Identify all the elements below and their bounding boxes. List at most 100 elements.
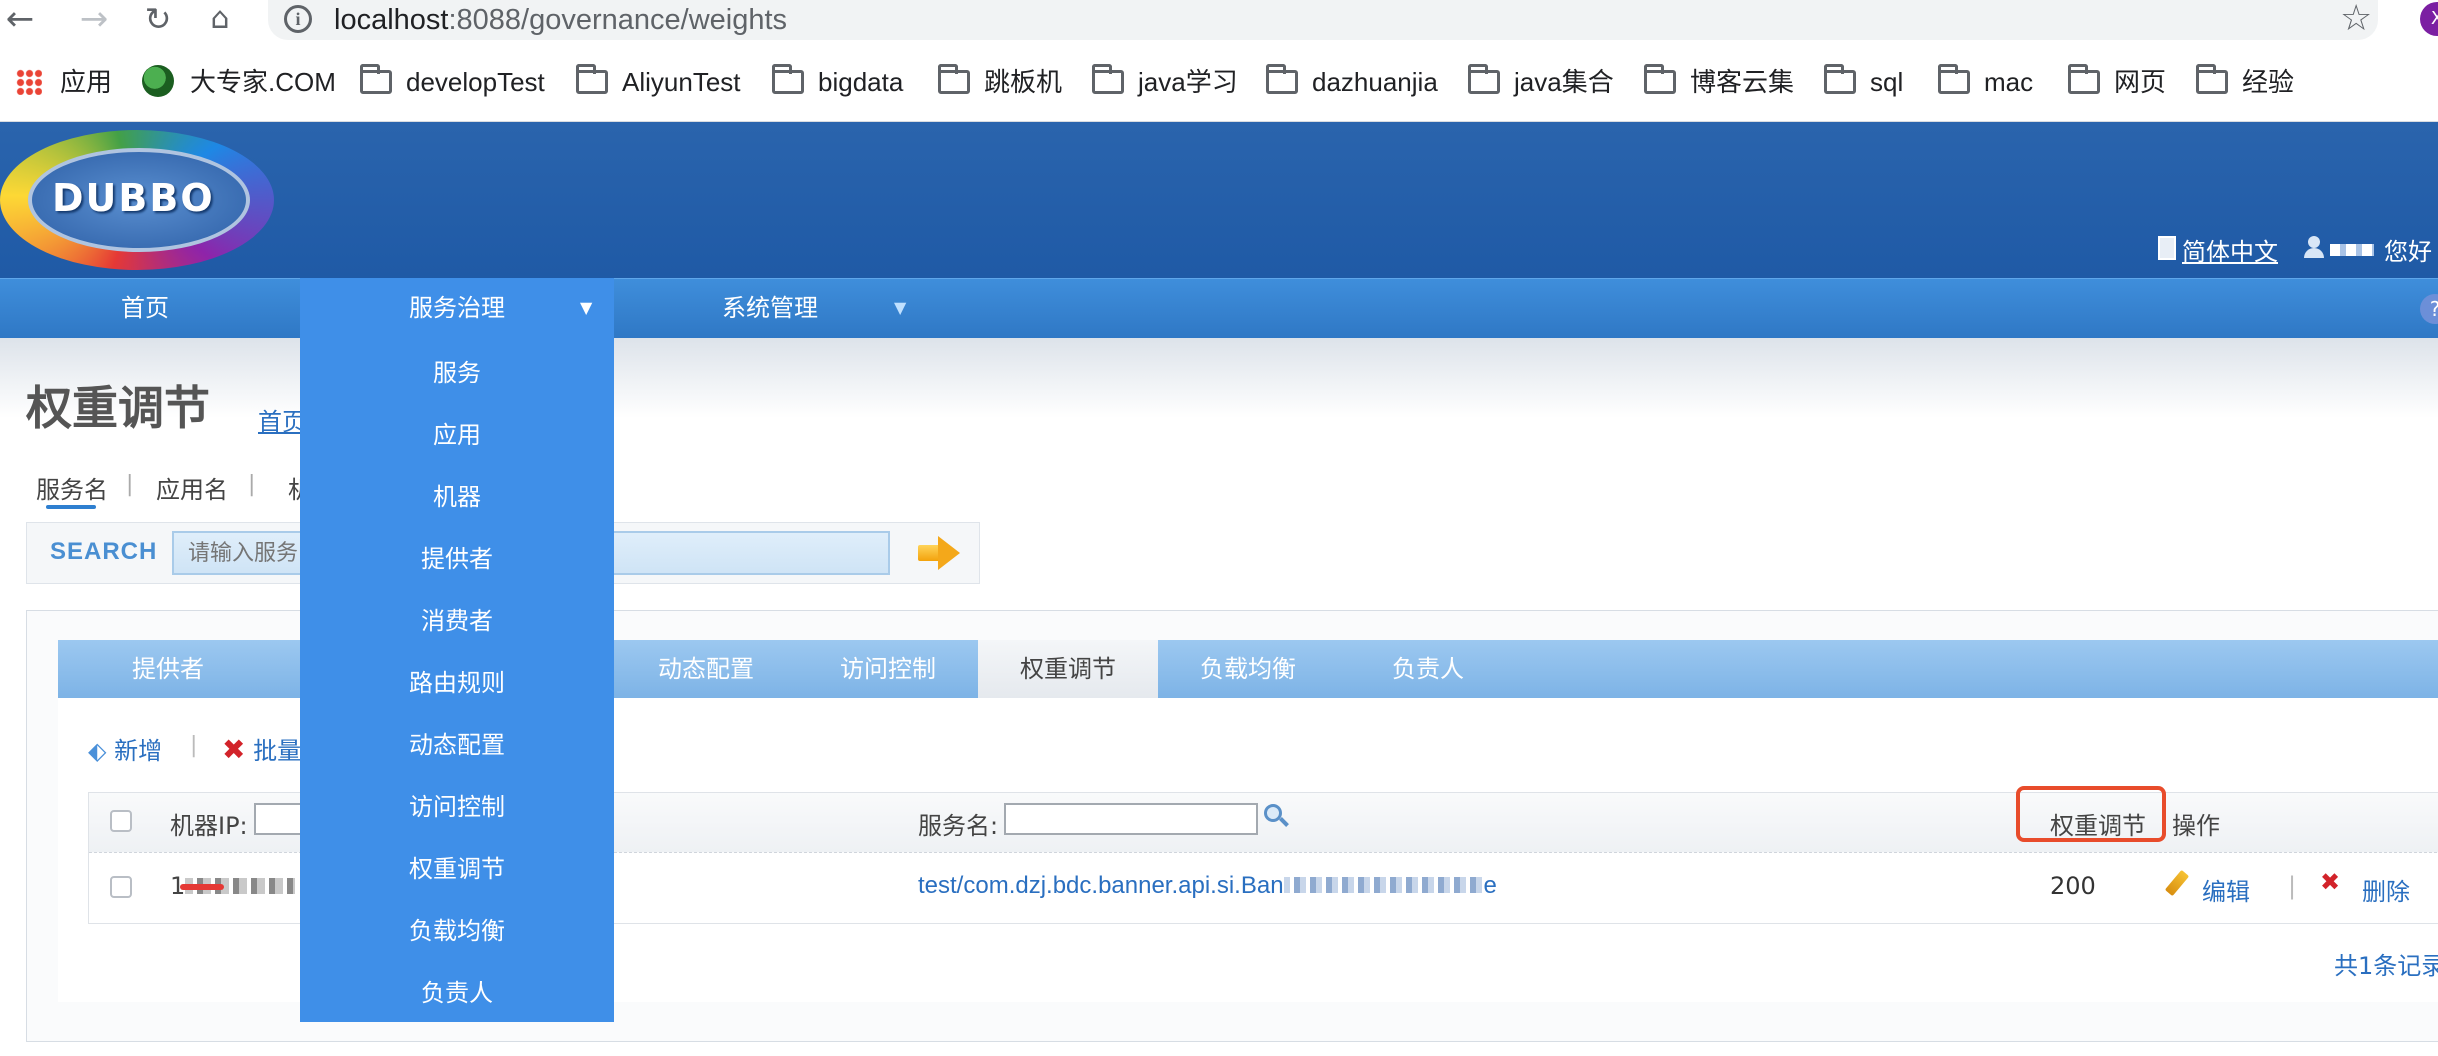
dropdown-item-applications[interactable]: 应用: [300, 404, 614, 466]
dropdown-item-routes[interactable]: 路由规则: [300, 652, 614, 714]
apps-grid-icon: [16, 69, 42, 95]
service-filter-input[interactable]: [1004, 803, 1258, 835]
add-label: 新增: [114, 737, 163, 765]
bookmark-label: sql: [1870, 67, 1904, 97]
subtab-service-name[interactable]: 服务名: [36, 470, 108, 505]
delete-x-icon: ✖: [2320, 868, 2341, 896]
dropdown-item-weights[interactable]: 权重调节: [300, 838, 614, 900]
bookmark-label: 应用: [60, 67, 113, 97]
folder-icon: [938, 64, 970, 94]
dropdown-item-owners[interactable]: 负责人: [300, 962, 614, 1024]
header-service: 服务名:: [918, 812, 999, 840]
bookmark-label: developTest: [406, 67, 545, 97]
site-info-icon[interactable]: i: [284, 5, 312, 33]
divider: |: [248, 472, 256, 497]
active-subtab-indicator: [46, 505, 96, 509]
bookmark-folder[interactable]: 经验: [2196, 62, 2294, 102]
tab-weights[interactable]: 权重调节: [978, 640, 1158, 698]
folder-icon: [1468, 64, 1500, 94]
menu-system-management[interactable]: 系统管理: [640, 278, 900, 338]
reload-icon[interactable]: ↻: [138, 0, 178, 40]
url-host: localhost: [334, 4, 449, 36]
bookmark-folder[interactable]: 跳板机: [938, 62, 1062, 102]
url-path: :8088/governance/weights: [448, 4, 788, 36]
subtab-app-name[interactable]: 应用名: [156, 470, 228, 505]
breadcrumb-home[interactable]: 首页: [258, 402, 306, 437]
greeting-text: 您好: [2384, 238, 2432, 266]
redacted-service: [1283, 877, 1484, 893]
bookmark-label: dazhuanjia: [1312, 67, 1438, 97]
bookmark-folder[interactable]: developTest: [360, 62, 545, 102]
bookmark-folder[interactable]: dazhuanjia: [1266, 62, 1438, 102]
dropdown-item-services[interactable]: 服务: [300, 342, 614, 404]
bookmark-dazhuanjia-com[interactable]: 大专家.COM: [142, 62, 336, 102]
bookmark-folder[interactable]: AliyunTest: [576, 62, 741, 102]
tab-dynamic-config[interactable]: 动态配置: [614, 640, 798, 698]
menu-home[interactable]: 首页: [40, 278, 250, 338]
bookmark-label: bigdata: [818, 67, 904, 97]
tab-load-balance[interactable]: 负载均衡: [1158, 640, 1338, 698]
bookmark-label: 大专家.COM: [190, 67, 336, 97]
folder-icon: [576, 64, 608, 94]
bookmark-label: java集合: [1514, 67, 1614, 97]
back-arrow-icon[interactable]: ←: [0, 0, 40, 40]
dropdown-item-providers[interactable]: 提供者: [300, 528, 614, 590]
folder-icon: [2196, 64, 2228, 94]
tab-providers[interactable]: 提供者: [58, 640, 278, 698]
add-button[interactable]: ⬖ 新增: [88, 731, 162, 766]
search-icon[interactable]: [1264, 804, 1290, 830]
bookmark-apps[interactable]: 应用: [16, 62, 112, 102]
chevron-down-icon: ▼: [580, 298, 593, 317]
dropdown-item-dynamic-config[interactable]: 动态配置: [300, 714, 614, 776]
menu-service-governance[interactable]: 服务治理: [300, 278, 614, 338]
bookmark-folder[interactable]: java学习: [1092, 62, 1238, 102]
dropdown-item-load-balance[interactable]: 负载均衡: [300, 900, 614, 962]
batch-delete-button[interactable]: ✖ 批量: [222, 731, 301, 766]
folder-icon: [2068, 64, 2100, 94]
tab-owners[interactable]: 负责人: [1338, 640, 1518, 698]
folder-icon: [1938, 64, 1970, 94]
bookmark-star-icon[interactable]: ☆: [2340, 0, 2372, 38]
bookmark-label: 跳板机: [984, 67, 1063, 97]
language-link[interactable]: 简体中文: [2182, 232, 2278, 267]
search-label: SEARCH: [50, 538, 158, 565]
dropdown-item-consumers[interactable]: 消费者: [300, 590, 614, 652]
url-text[interactable]: localhost:8088/governance/weights: [334, 2, 787, 38]
divider: |: [2288, 872, 2297, 900]
folder-icon: [772, 64, 804, 94]
bookmark-folder[interactable]: java集合: [1468, 62, 1614, 102]
plus-icon: ⬖: [88, 737, 107, 765]
globe-icon: [142, 65, 174, 97]
search-submit-arrow-icon[interactable]: [918, 536, 962, 570]
bookmark-folder[interactable]: sql: [1824, 62, 1903, 102]
header-ip: 机器IP:: [170, 812, 248, 840]
menu-system-label: 系统管理: [722, 294, 818, 322]
divider: |: [126, 472, 134, 497]
forward-arrow-icon[interactable]: →: [74, 0, 114, 40]
dropdown-item-access-control[interactable]: 访问控制: [300, 776, 614, 838]
tab-access-control[interactable]: 访问控制: [798, 640, 978, 698]
home-icon[interactable]: ⌂: [200, 0, 240, 40]
app-header: [0, 122, 2438, 278]
close-icon: ✖: [222, 733, 246, 766]
edit-link[interactable]: 编辑: [2202, 872, 2250, 907]
folder-icon: [1092, 64, 1124, 94]
document-icon: [2158, 236, 2176, 260]
folder-icon: [1824, 64, 1856, 94]
row-checkbox[interactable]: [110, 876, 132, 898]
row-service-link[interactable]: test/com.dzj.bdc.banner.api.si.Ban e: [918, 872, 1497, 900]
delete-link[interactable]: 删除: [2362, 872, 2410, 907]
bookmark-label: mac: [1984, 67, 2034, 97]
redacted-username: [2330, 244, 2374, 256]
service-prefix: test/com.dzj.bdc.banner.api.si.Ban: [918, 872, 1284, 899]
bookmark-folder[interactable]: 博客云集: [1644, 62, 1794, 102]
bookmark-folder[interactable]: bigdata: [772, 62, 903, 102]
select-all-checkbox[interactable]: [110, 810, 132, 832]
bookmark-folder[interactable]: mac: [1938, 62, 2033, 102]
dropdown-item-machines[interactable]: 机器: [300, 466, 614, 528]
bookmark-folder[interactable]: 网页: [2068, 62, 2166, 102]
bookmark-label: java学习: [1138, 67, 1238, 97]
folder-icon: [1266, 64, 1298, 94]
chevron-down-icon: ▼: [894, 298, 907, 317]
divider: |: [190, 733, 198, 758]
